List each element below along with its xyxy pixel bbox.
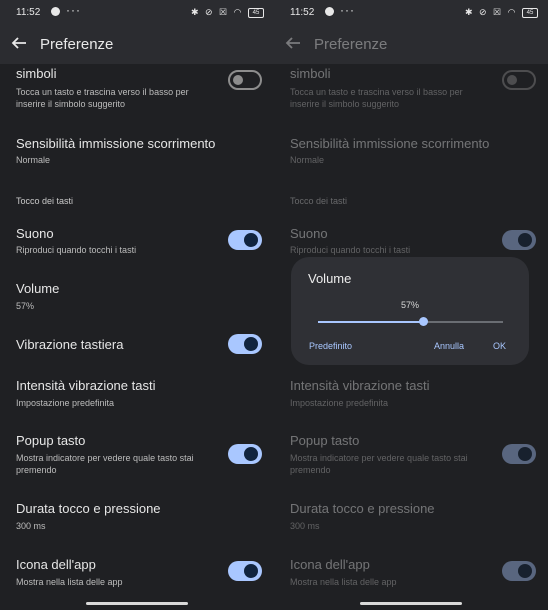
right-screen: 11:52 ··· ✱ ⊘ ☒ ◠ 45 Preferenze simboli …	[274, 0, 548, 610]
system-status-icons: ✱ ⊘ ☒ ◠	[190, 7, 244, 17]
telegram-icon	[325, 7, 334, 16]
status-icons: ✱ ⊘ ☒ ◠ 45	[191, 7, 264, 18]
status-bar: 11:52 ··· ✱ ⊘ ☒ ◠ 45	[290, 3, 538, 22]
swipe-sensitivity-value: Normale	[290, 155, 325, 165]
symbols-toggle[interactable]	[228, 70, 262, 90]
more-notifications-icon: ···	[66, 3, 81, 17]
status-icons: ✱ ⊘ ☒ ◠ 45	[465, 7, 538, 18]
swipe-sensitivity-title[interactable]: Sensibilità immissione scorrimento	[290, 136, 489, 151]
status-time: 11:52	[290, 7, 315, 18]
page-title: Preferenze	[40, 36, 114, 53]
vibration-intensity-title[interactable]: Intensità vibrazione tasti	[16, 378, 155, 393]
battery-icon: 45	[522, 7, 538, 18]
ok-button[interactable]: OK	[493, 341, 506, 351]
vibration-intensity-title[interactable]: Intensità vibrazione tasti	[290, 378, 429, 393]
app-icon-title[interactable]: Icona dell'app	[290, 557, 370, 572]
app-icon-description: Mostra nella lista delle app	[290, 577, 397, 587]
sound-description: Riproduci quando tocchi i tasti	[16, 245, 137, 255]
key-popup-description: Mostra indicatore per vedere quale tasto…	[16, 453, 194, 475]
sound-toggle[interactable]	[502, 230, 536, 250]
symbols-title: simboli	[16, 66, 57, 81]
vibration-intensity-value: Impostazione predefinita	[290, 398, 389, 408]
sound-description: Riproduci quando tocchi i tasti	[290, 245, 411, 255]
key-popup-toggle[interactable]	[502, 444, 536, 464]
toggle-knob	[233, 75, 243, 85]
app-bar: Preferenze	[0, 28, 274, 64]
long-press-duration-title[interactable]: Durata tocco e pressione	[290, 501, 435, 516]
app-icon-title[interactable]: Icona dell'app	[16, 557, 96, 572]
vibration-intensity-value: Impostazione predefinita	[16, 398, 115, 408]
toggle-knob	[518, 564, 532, 578]
preferences-list: simboli Tocca un tasto e trascina verso …	[0, 64, 274, 610]
slider-thumb[interactable]	[419, 317, 429, 326]
toggle-knob	[244, 233, 258, 247]
app-icon-toggle[interactable]	[228, 561, 262, 581]
swipe-sensitivity-value: Normale	[16, 155, 51, 165]
screenshot-pair: 11:52 ··· ✱ ⊘ ☒ ◠ 45 Preferenze simboli …	[0, 0, 548, 610]
toggle-knob	[518, 233, 532, 247]
status-time: 11:52	[16, 7, 41, 18]
long-press-duration-value: 300 ms	[16, 521, 46, 531]
sound-title[interactable]: Suono	[290, 226, 328, 241]
page-title: Preferenze	[314, 36, 388, 53]
symbols-toggle[interactable]	[502, 70, 536, 90]
key-popup-description: Mostra indicatore per vedere quale tasto…	[290, 453, 468, 475]
key-popup-toggle[interactable]	[228, 444, 262, 464]
section-key-touch: Tocco dei tasti	[16, 196, 74, 206]
toggle-knob	[244, 337, 258, 351]
gesture-nav-bar	[360, 602, 462, 605]
system-status-icons: ✱ ⊘ ☒ ◠	[464, 7, 518, 17]
toggle-knob	[244, 564, 258, 578]
status-bar: 11:52 ··· ✱ ⊘ ☒ ◠ 45	[16, 3, 264, 22]
app-icon-description: Mostra nella lista delle app	[16, 577, 123, 587]
default-button[interactable]: Predefinito	[309, 341, 352, 351]
top-bar: 11:52 ··· ✱ ⊘ ☒ ◠ 45 Preferenze	[274, 0, 548, 64]
battery-icon: 45	[248, 7, 264, 18]
volume-slider[interactable]	[318, 317, 503, 326]
sound-toggle[interactable]	[228, 230, 262, 250]
left-screen: 11:52 ··· ✱ ⊘ ☒ ◠ 45 Preferenze simboli …	[0, 0, 274, 610]
top-bar: 11:52 ··· ✱ ⊘ ☒ ◠ 45 Preferenze	[0, 0, 274, 64]
key-popup-title[interactable]: Popup tasto	[16, 433, 85, 448]
long-press-duration-value: 300 ms	[290, 521, 320, 531]
sound-title[interactable]: Suono	[16, 226, 54, 241]
section-key-touch: Tocco dei tasti	[290, 196, 348, 206]
symbols-title: simboli	[290, 66, 331, 81]
app-icon-toggle[interactable]	[502, 561, 536, 581]
key-popup-title[interactable]: Popup tasto	[290, 433, 359, 448]
back-arrow-icon[interactable]	[284, 34, 302, 52]
app-bar: Preferenze	[274, 28, 548, 64]
dialog-title: Volume	[308, 271, 352, 286]
volume-dialog: Volume 57% Predefinito Annulla OK	[291, 257, 529, 365]
symbols-description: Tocca un tasto e trascina verso il basso…	[16, 87, 189, 109]
volume-value: 57%	[16, 301, 35, 311]
volume-title[interactable]: Volume	[16, 281, 59, 296]
symbols-description: Tocca un tasto e trascina verso il basso…	[290, 87, 463, 109]
vibration-title[interactable]: Vibrazione tastiera	[16, 337, 123, 352]
back-arrow-icon[interactable]	[10, 34, 28, 52]
volume-percent-label: 57%	[400, 300, 419, 310]
long-press-duration-title[interactable]: Durata tocco e pressione	[16, 501, 161, 516]
swipe-sensitivity-title[interactable]: Sensibilità immissione scorrimento	[16, 136, 215, 151]
cancel-button[interactable]: Annulla	[434, 341, 464, 351]
toggle-knob	[507, 75, 517, 85]
vibration-toggle[interactable]	[228, 334, 262, 354]
gesture-nav-bar	[86, 602, 188, 605]
telegram-icon	[51, 7, 60, 16]
toggle-knob	[244, 447, 258, 461]
more-notifications-icon: ···	[340, 3, 355, 17]
toggle-knob	[518, 447, 532, 461]
slider-fill	[318, 321, 424, 323]
